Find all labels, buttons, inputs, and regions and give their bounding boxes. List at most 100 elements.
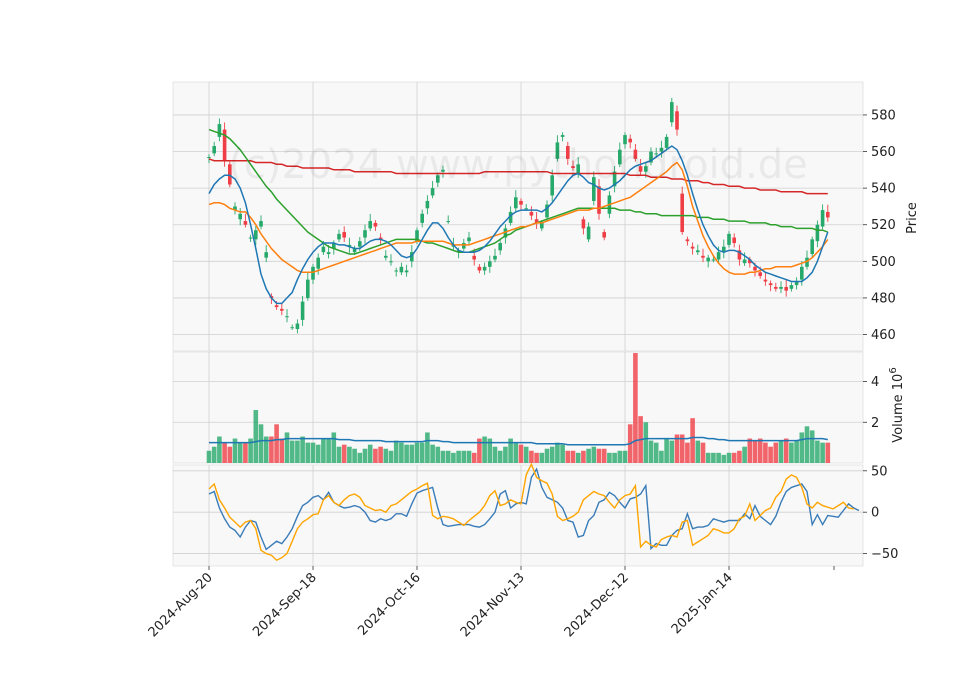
- volume-bar: [336, 446, 342, 463]
- candle-body: [389, 261, 393, 263]
- volume-bar: [560, 444, 565, 463]
- volume-bar: [352, 448, 357, 463]
- candle-body: [602, 232, 606, 238]
- volume-bar: [731, 452, 737, 463]
- volume-bar: [523, 446, 529, 463]
- candle-body: [217, 124, 222, 137]
- volume-bar: [742, 446, 747, 463]
- candle-body: [238, 213, 242, 220]
- candle-body: [472, 255, 476, 260]
- candle-body: [763, 279, 768, 282]
- volume-bar: [305, 442, 311, 463]
- volume-bar: [539, 452, 545, 463]
- candle-body: [540, 222, 544, 229]
- volume-axis-label-text: Volume 10: [891, 374, 906, 443]
- candle-body: [358, 241, 362, 247]
- volume-bar: [331, 432, 337, 463]
- candle-body: [212, 146, 216, 154]
- volume-bar: [768, 446, 773, 463]
- x-tick-label: 2024-Aug-20: [146, 570, 216, 640]
- volume-bar: [555, 442, 560, 463]
- volume-bar: [388, 450, 394, 463]
- volume-bar: [497, 450, 503, 463]
- candlestick-chart: 460 480 500 520 540 560 580 2 4 −50 0 50 2024-Aug-20…: [0, 0, 960, 690]
- candle-body: [290, 327, 294, 329]
- volume-bar: [289, 440, 295, 463]
- volume-bar: [461, 450, 467, 463]
- volume-bar: [695, 440, 701, 463]
- volume-bar: [575, 452, 581, 463]
- candle-body: [779, 286, 783, 289]
- candle-body: [826, 211, 830, 218]
- candle-body: [462, 243, 466, 249]
- candle-body: [425, 200, 430, 209]
- volume-bar: [685, 442, 690, 463]
- volume-bar: [653, 442, 659, 463]
- volume-bar: [711, 452, 716, 463]
- volume-bar: [752, 440, 758, 463]
- price-axis-tick-label: 540: [871, 182, 896, 197]
- candle-body: [493, 255, 497, 260]
- candle-body: [768, 283, 773, 286]
- candle-body: [820, 210, 825, 227]
- candle-body: [597, 186, 601, 214]
- volume-bar: [783, 438, 789, 463]
- volume-bar: [300, 436, 305, 463]
- x-tick-label: 2024-Dec-12: [562, 570, 632, 640]
- volume-bar: [482, 436, 487, 463]
- candle-body: [716, 252, 721, 260]
- volume-bar: [492, 446, 498, 463]
- volume-bar: [716, 452, 721, 463]
- volume-bar: [612, 452, 617, 463]
- volume-bar: [466, 450, 472, 463]
- candle-body: [384, 255, 388, 258]
- volume-bar: [586, 448, 591, 463]
- volume-bar: [430, 444, 435, 463]
- volume-bar: [633, 353, 638, 463]
- volume-bar: [373, 448, 378, 463]
- volume-bar: [565, 450, 571, 463]
- volume-bar: [700, 442, 706, 463]
- volume-bar: [794, 440, 799, 463]
- candle-body: [586, 226, 591, 240]
- candle-body: [758, 272, 762, 276]
- volume-bar: [544, 448, 550, 463]
- volume-bar: [669, 440, 675, 463]
- candle-body: [524, 208, 528, 210]
- candle-body: [727, 233, 731, 245]
- volume-bar: [581, 450, 586, 463]
- volume-bar: [451, 452, 456, 463]
- candle-body: [316, 257, 320, 269]
- volume-bar: [799, 432, 805, 463]
- candle-body: [306, 279, 310, 298]
- volume-bar: [243, 442, 248, 463]
- volume-bar: [237, 442, 243, 463]
- volume-axis-tick-label: 2: [871, 416, 879, 431]
- volume-bar: [310, 442, 316, 463]
- volume-bar: [206, 450, 212, 463]
- price-axis-tick-label: 480: [871, 291, 896, 306]
- oscillator-axis-tick-label: 50: [871, 464, 888, 479]
- candle-body: [285, 316, 289, 318]
- volume-bar: [367, 444, 373, 463]
- volume-bar: [378, 446, 383, 463]
- candle-body: [321, 246, 326, 253]
- candle-body: [498, 243, 502, 251]
- x-tick-label: 2025-Jan-14: [669, 570, 736, 637]
- volume-bar: [534, 452, 539, 463]
- volume-bar: [763, 442, 768, 463]
- volume-bar: [341, 444, 347, 463]
- candle-body: [529, 211, 534, 216]
- candle-body: [430, 188, 435, 196]
- volume-bar: [383, 448, 389, 463]
- candle-body: [696, 250, 700, 253]
- candle-body: [311, 266, 315, 280]
- candle-body: [446, 221, 450, 223]
- oscillator-axis-tick-label: 0: [871, 506, 879, 521]
- volume-bar: [591, 446, 597, 463]
- volume-bar: [721, 454, 727, 463]
- candle-body: [784, 286, 788, 291]
- volume-bar: [435, 446, 441, 463]
- candle-body: [488, 261, 492, 267]
- volume-bar: [513, 442, 519, 463]
